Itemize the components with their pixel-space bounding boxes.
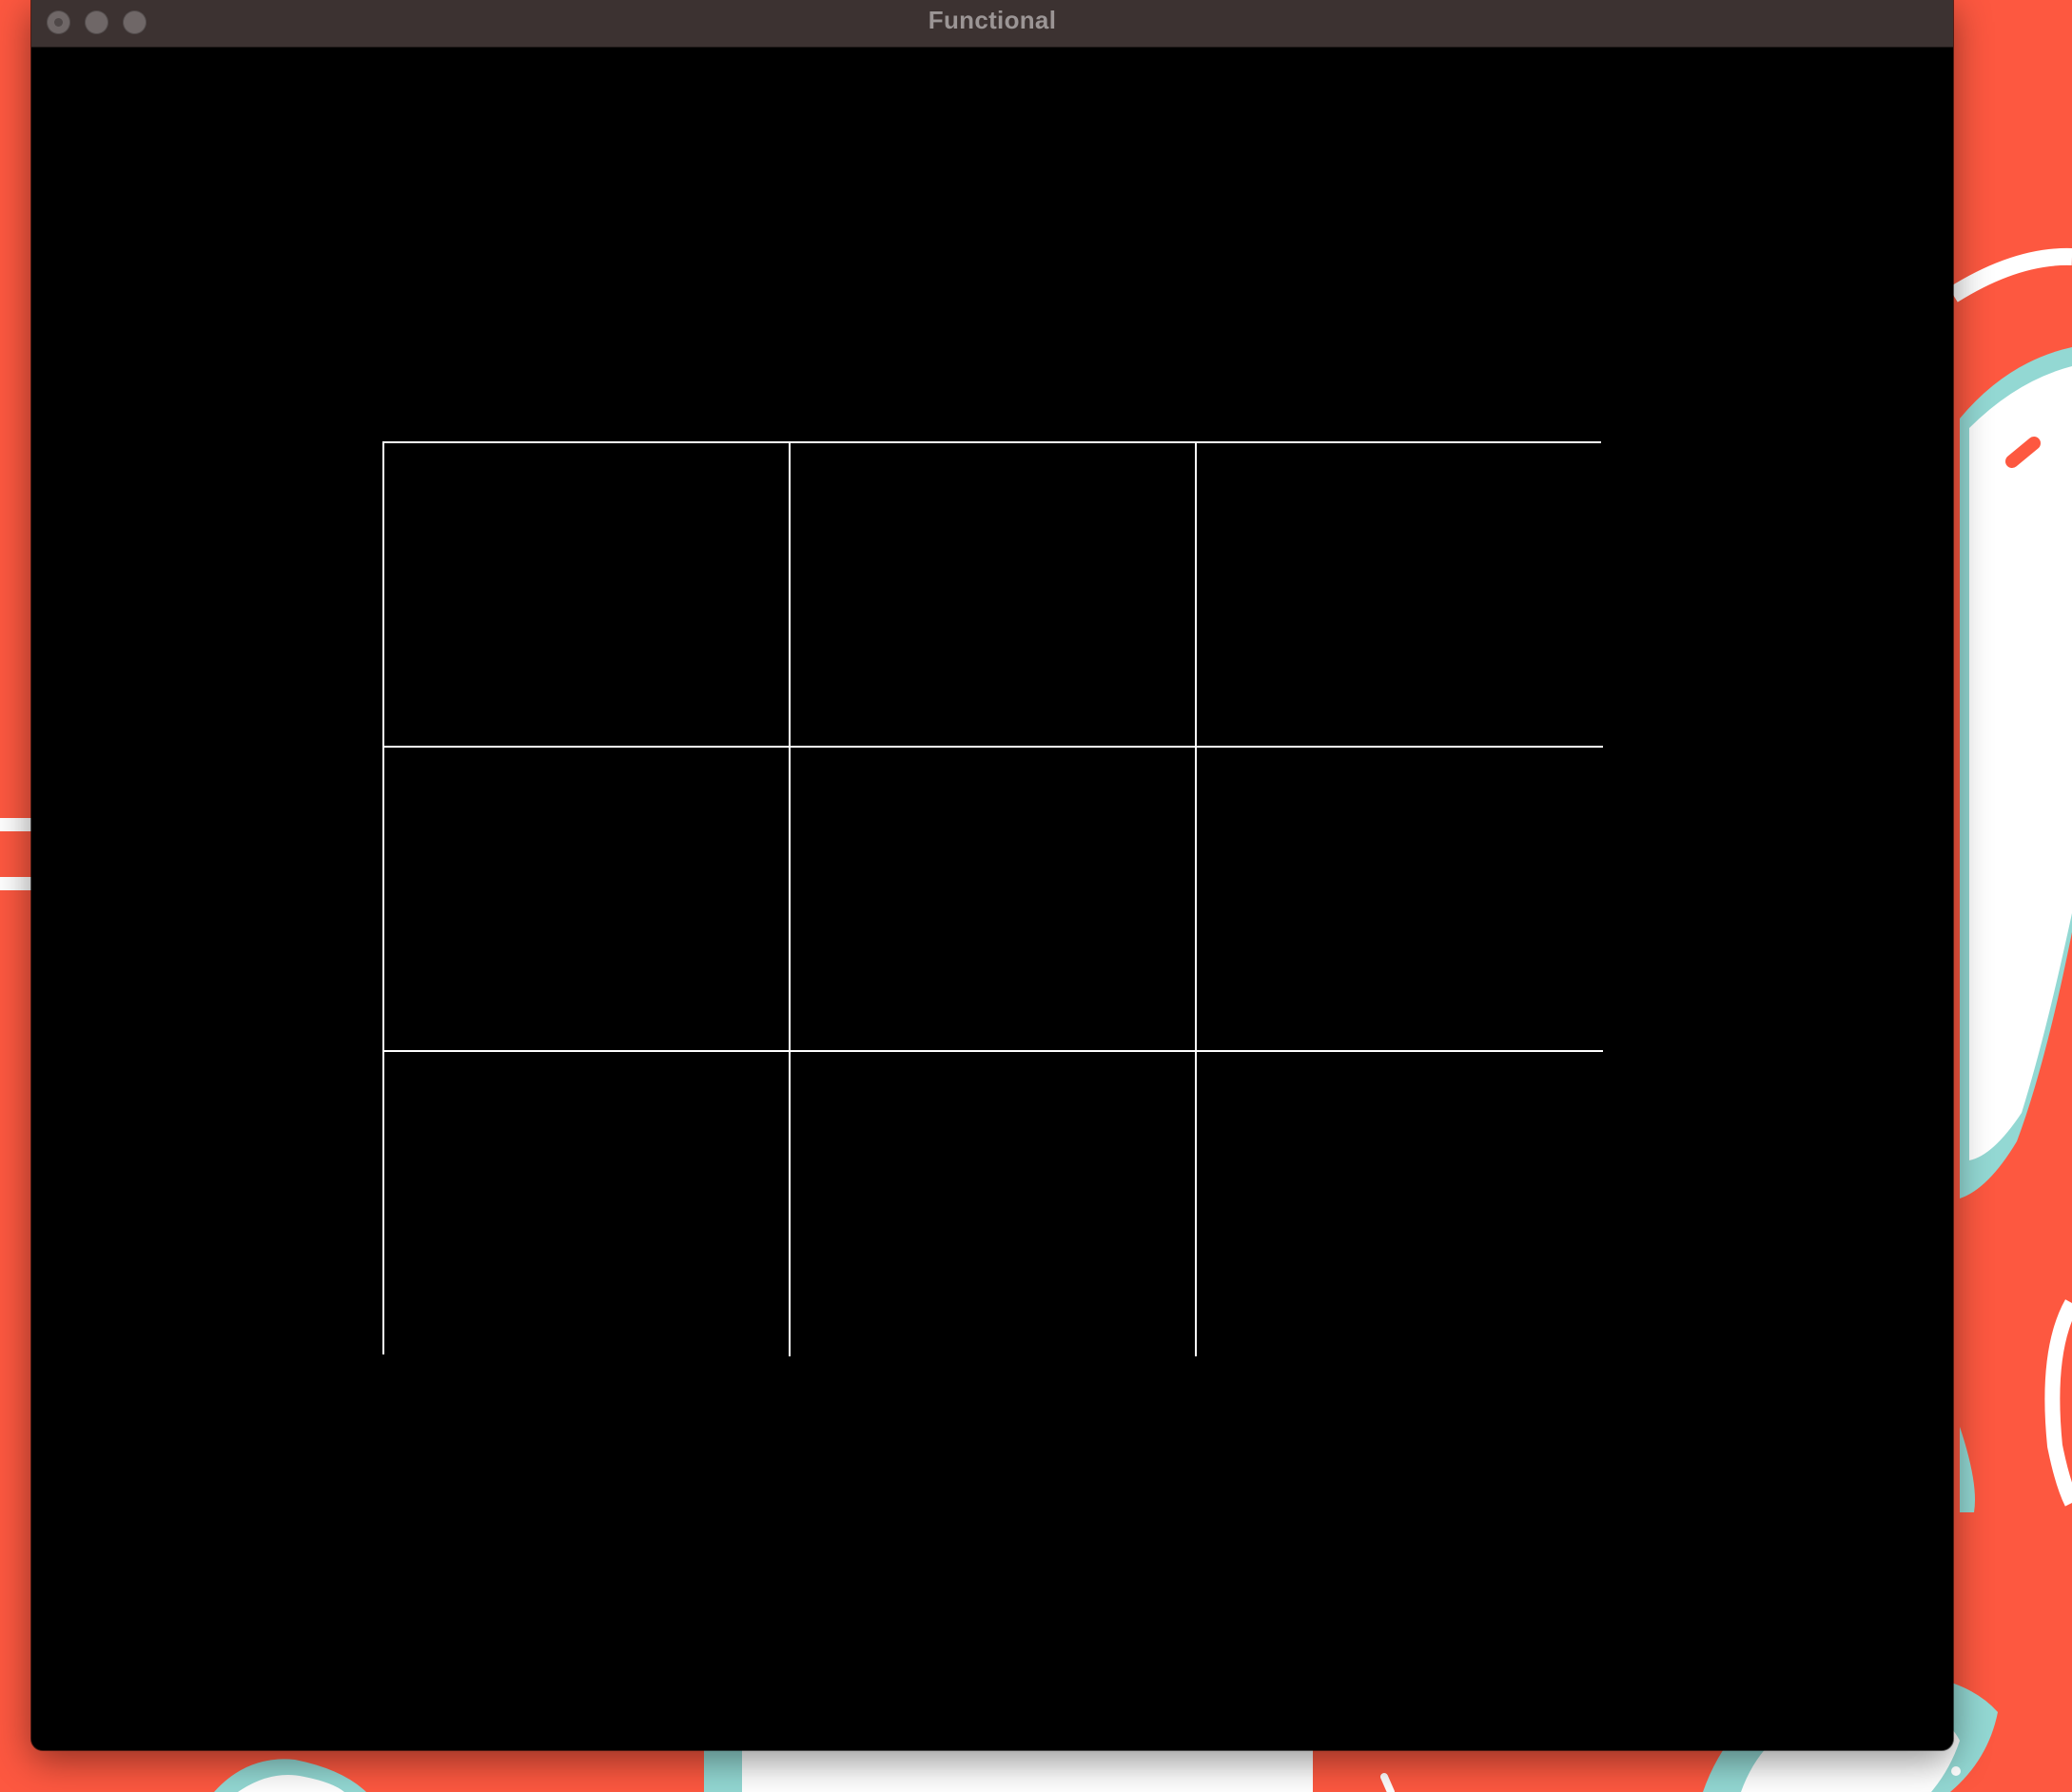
tic-tac-toe-board (382, 441, 1603, 1356)
window-title: Functional (928, 6, 1057, 34)
board-cell[interactable] (791, 1052, 1197, 1356)
board-cell[interactable] (1197, 1052, 1603, 1356)
board-cell[interactable] (791, 748, 1197, 1052)
board-cell[interactable] (1197, 443, 1603, 748)
board-cell[interactable] (1197, 748, 1603, 1052)
board-cell[interactable] (384, 748, 791, 1052)
board-cell[interactable] (791, 443, 1197, 748)
board-cell[interactable] (384, 1052, 791, 1356)
window-content (31, 48, 1953, 1750)
window-titlebar[interactable]: Functional (31, 0, 1953, 48)
app-window: Functional (31, 0, 1953, 1750)
board-cell[interactable] (384, 443, 791, 748)
desktop-wallpaper: Functional (0, 0, 2072, 1792)
